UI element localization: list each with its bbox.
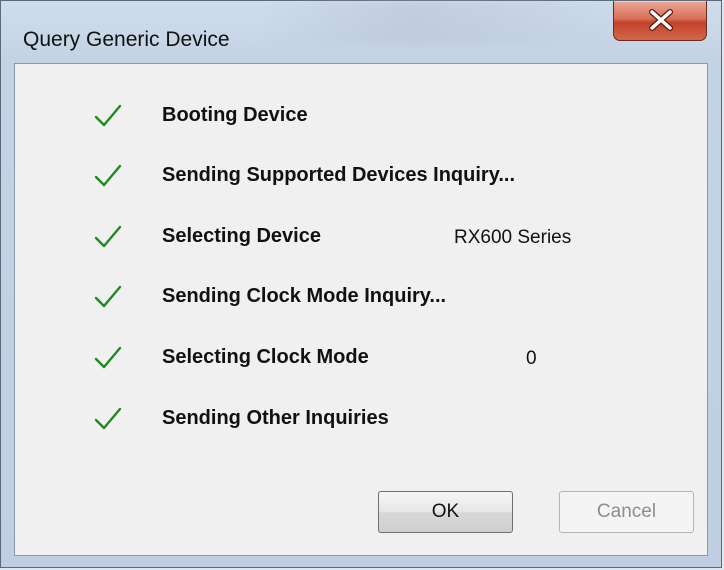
cancel-button-label: Cancel <box>596 501 657 522</box>
step-row-other-inquiries: Sending Other Inquiries <box>15 401 707 441</box>
step-label: Sending Other Inquiries <box>162 407 389 429</box>
window-title: Query Generic Device <box>23 28 230 51</box>
step-row-clock-mode-inquiry: Sending Clock Mode Inquiry... <box>15 279 707 319</box>
step-label: Sending Clock Mode Inquiry... <box>162 285 447 307</box>
step-label: Booting Device <box>162 104 308 126</box>
step-label: Selecting Clock Mode <box>162 346 369 368</box>
title-bar[interactable]: Query Generic Device <box>1 1 721 63</box>
checkmark-icon <box>94 285 122 308</box>
ok-button[interactable]: OK <box>378 491 513 533</box>
step-label: Sending Supported Devices Inquiry... <box>162 164 516 186</box>
cancel-button[interactable]: Cancel <box>559 491 694 533</box>
step-row-supported-devices: Sending Supported Devices Inquiry... <box>15 158 707 198</box>
step-row-selecting-device: Selecting Device RX600 Series <box>15 219 707 259</box>
checkmark-icon <box>94 407 122 430</box>
step-row-booting-device: Booting Device <box>15 98 707 138</box>
checkmark-icon <box>94 225 122 248</box>
step-row-selecting-clock-mode: Selecting Clock Mode 0 <box>15 340 707 380</box>
close-icon <box>649 9 673 31</box>
checkmark-icon <box>94 104 122 127</box>
selected-device-value: RX600 Series <box>454 227 572 248</box>
checkmark-icon <box>94 346 122 369</box>
step-label: Selecting Device <box>162 225 321 247</box>
selected-clock-mode-value: 0 <box>526 348 537 369</box>
checkmark-icon <box>94 164 122 187</box>
dialog-window: Query Generic Device Booting Device Send… <box>0 0 722 568</box>
ok-button-label: OK <box>431 501 460 522</box>
dialog-content: Booting Device Sending Supported Devices… <box>14 63 708 556</box>
close-button[interactable] <box>613 1 707 41</box>
